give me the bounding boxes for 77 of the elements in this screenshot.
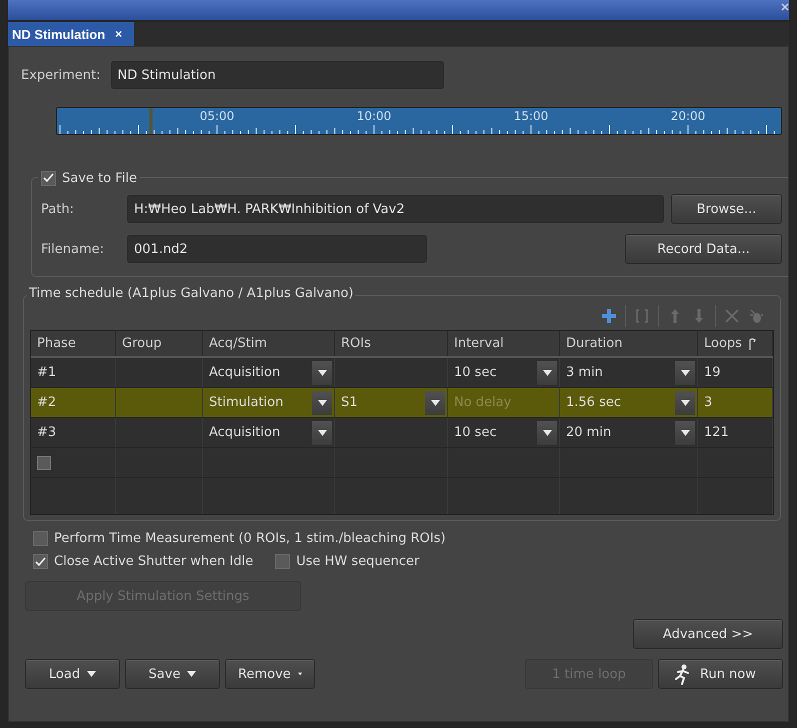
flag-icon[interactable]	[748, 338, 756, 350]
checkbox[interactable]	[33, 554, 48, 569]
dropdown-button[interactable]	[312, 390, 332, 414]
time-label: 20:00	[670, 109, 706, 123]
checkbox-label: Close Active Shutter when Idle	[54, 554, 254, 569]
time-label: 10:00	[356, 109, 392, 123]
caret-icon	[318, 400, 326, 406]
caret-icon	[680, 370, 690, 376]
caret-icon	[542, 370, 552, 376]
dropdown-button[interactable]	[312, 360, 332, 384]
table-cell: S1	[341, 395, 358, 410]
table-row[interactable]: #3 Acquisition 10 sec 20 min 121	[31, 418, 773, 448]
filename-field[interactable]: 001.nd2	[127, 235, 427, 263]
dropdown-button[interactable]	[425, 390, 445, 414]
time-label: 05:00	[200, 109, 234, 123]
dropdown-button[interactable]	[675, 360, 695, 384]
table-cell: Acquisition	[209, 365, 280, 380]
column-header[interactable]: Group	[116, 331, 203, 356]
table-cell: Stimulation	[209, 395, 284, 410]
table-cell: #1	[37, 365, 56, 380]
column-header[interactable]: Interval	[448, 331, 560, 356]
close-icon[interactable]	[781, 3, 789, 11]
column-header[interactable]: Acq/Stim	[203, 331, 335, 356]
group-title: Time schedule (A1plus Galvano / A1plus Galvano)	[27, 286, 356, 301]
tab-label: ND Stimulation	[12, 26, 106, 42]
column-header[interactable]: Phase	[31, 331, 116, 356]
checkbox-label: Use HW sequencer	[296, 554, 420, 569]
table-cell: 20 min	[566, 425, 612, 440]
checkbox-label: Save to File	[62, 170, 137, 186]
table-cell: 19	[704, 365, 721, 380]
position-marker[interactable]	[150, 108, 153, 134]
caret-icon	[680, 400, 690, 406]
advanced-button[interactable]: Advanced >>	[633, 619, 783, 649]
menu-button[interactable]: Load	[25, 659, 120, 689]
table-cell: Acquisition	[209, 425, 280, 440]
field-label: Filename:	[41, 242, 106, 256]
run-now-button[interactable]: Run now	[658, 659, 783, 689]
tab[interactable]: ND Stimulation ×	[8, 22, 134, 46]
table-cell: 121	[704, 425, 729, 440]
dropdown-button[interactable]	[675, 390, 695, 414]
dropdown-button[interactable]	[537, 420, 557, 444]
menu-button[interactable]: Remove	[225, 659, 315, 689]
checkbox[interactable]	[275, 554, 290, 569]
record-data-button[interactable]: Record Data...	[625, 234, 782, 264]
checkbox[interactable]	[41, 170, 56, 186]
row-checkbox[interactable]	[37, 456, 51, 470]
caret-icon	[318, 370, 326, 376]
table-cell: 10 sec	[454, 365, 497, 380]
table-cell: #3	[37, 425, 56, 440]
dropdown-button[interactable]	[312, 420, 332, 444]
field-label: Path:	[41, 202, 75, 216]
path-field[interactable]: H:₩Heo Lab₩H. PARK₩Inhibition of Vav2	[127, 195, 664, 223]
browse-button[interactable]: Browse...	[671, 194, 782, 224]
caret-icon	[430, 400, 440, 406]
field-label: Experiment:	[21, 68, 100, 82]
table-cell: #2	[37, 395, 56, 410]
checkbox-label: Perform Time Measurement (0 ROIs, 1 stim./bleaching ROIs)	[54, 531, 446, 546]
dropdown-button[interactable]	[537, 360, 557, 384]
caret-icon	[680, 430, 690, 436]
table-cell: 3	[704, 395, 712, 410]
menu-button[interactable]: Save	[125, 659, 220, 689]
column-header[interactable]: ROIs	[335, 331, 448, 356]
column-header[interactable]: Duration	[560, 331, 698, 356]
dropdown-button[interactable]	[675, 420, 695, 444]
table-cell: 3 min	[566, 365, 603, 380]
checkbox[interactable]	[33, 531, 48, 546]
caret-icon	[542, 430, 552, 436]
column-header[interactable]: Loops	[704, 336, 742, 351]
table-cell: No delay	[454, 395, 512, 410]
tab-close-button[interactable]: ×	[115, 27, 122, 41]
timeline-bar[interactable]: 05:00 10:00 15:00 20:00	[56, 107, 782, 135]
caret-icon	[318, 430, 326, 436]
time-label: 15:00	[514, 109, 548, 123]
table-cell: 10 sec	[454, 425, 497, 440]
experiment-field[interactable]: ND Stimulation	[110, 61, 444, 89]
table-cell: 1.56 sec	[566, 395, 621, 410]
plus-icon[interactable]	[601, 308, 617, 324]
